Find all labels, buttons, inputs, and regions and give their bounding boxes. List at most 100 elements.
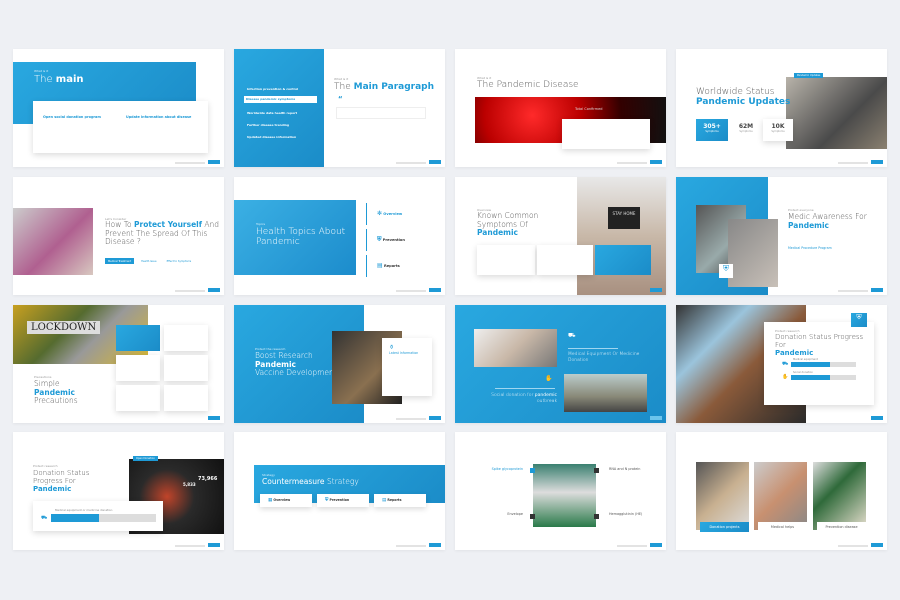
- ambulance-icon: ⛟: [782, 361, 789, 368]
- slide-subtitle: Medical Procedure Program: [788, 246, 832, 250]
- slide-title: How To Protect Yourself And Prevent The …: [105, 220, 220, 247]
- spike-label: Spike glycoprotein: [491, 467, 523, 471]
- slide-title: Medic Awareness For Pandemic: [788, 212, 867, 230]
- progress-fill: [791, 374, 831, 380]
- card-heading: Update information about disease: [126, 115, 192, 119]
- button-row: Medical Treatment Health Issue Effect to…: [105, 258, 194, 264]
- shield-icon: ⛨: [377, 236, 382, 243]
- slide-title: Worldwide Status: [696, 87, 775, 97]
- precaution-card: [164, 385, 208, 411]
- slide-8[interactable]: ⛨ Protect everyone Medic Awareness For P…: [676, 177, 887, 295]
- image-overlay-text: Total Confirmed: [575, 107, 603, 111]
- lockdown-sign: LOCKDOWN: [27, 321, 101, 334]
- slide-title: Donation Status Progress For Pandemic: [775, 333, 864, 358]
- slide-9[interactable]: LOCKDOWN Precautions Simple Pandemic Preca…: [13, 305, 224, 423]
- medical-photo: [754, 462, 807, 530]
- slide-7[interactable]: STAY HOME Overview Known Common Symptoms…: [455, 177, 666, 295]
- shield-icon: ⛨: [719, 264, 733, 278]
- envelope-label: Envelope: [507, 512, 523, 516]
- window-photo: [728, 219, 778, 287]
- text-card: [562, 119, 650, 149]
- slide-14[interactable]: Strategy Countermeasure Strategy ▦ Overv…: [234, 432, 445, 550]
- slide-12[interactable]: Protect research Donation Status Progres…: [676, 305, 887, 423]
- donation-card: Protect research Donation Status Progres…: [764, 322, 874, 405]
- strategy-overview[interactable]: ▦ Overview: [260, 494, 312, 507]
- stat-number: 5,833: [183, 482, 196, 487]
- slide-4[interactable]: Pandemic Updates Worldwide Status Pandem…: [676, 49, 887, 167]
- progress-bar: [791, 362, 857, 368]
- slide-3[interactable]: What is it The Pandemic Disease Total Co…: [455, 49, 666, 167]
- slide-2[interactable]: Infection prevention & control Disease p…: [234, 49, 445, 167]
- ambulance-icon: ⛟: [41, 514, 48, 521]
- hand-icon: ✋: [782, 374, 789, 381]
- slide-1[interactable]: What is it The main Open social donation…: [13, 49, 224, 167]
- effect-button[interactable]: Effect to Symptoms: [164, 258, 195, 264]
- slide-11[interactable]: ⛟ Medical Equipment Or Medicine Donation…: [455, 305, 666, 423]
- slide-title: The Main Paragraph: [334, 82, 435, 92]
- caption-medical: Medical helps: [758, 522, 807, 532]
- menu: Infection prevention & control Disease p…: [244, 87, 317, 147]
- progress-bar: [51, 514, 157, 522]
- slide-label: Topics: [256, 222, 266, 226]
- strategy-prevention[interactable]: ⛨ Prevention: [317, 494, 369, 507]
- masked-family-photo: [13, 208, 93, 275]
- precaution-card: [116, 355, 160, 381]
- stat-card: 305+ Symptoms: [696, 119, 728, 141]
- menu-item[interactable]: Worldwide data health report: [247, 111, 317, 123]
- card-heading: Open social donation program: [43, 115, 101, 119]
- slide-title: Health Topics About Pandemic: [256, 227, 346, 248]
- stat-card: 10K Symptoms: [763, 119, 793, 141]
- quote-box: [336, 107, 426, 119]
- road-photo: [577, 177, 666, 295]
- progress-bar: [791, 374, 857, 380]
- info-card: Open social donation program Update info…: [33, 101, 208, 153]
- slide-title: The Pandemic Disease: [477, 80, 579, 90]
- strategy-reports[interactable]: ▤ Reports: [374, 494, 426, 507]
- topic-reports[interactable]: ▤ Reports: [366, 255, 432, 277]
- donation-card: Medical equipment or medicine donation ⛟: [33, 501, 163, 531]
- quote-icon: “: [338, 95, 343, 103]
- slide-title: Donation Status Progress For Pandemic: [33, 469, 90, 494]
- menu-item-active[interactable]: Disease pandemic symptoms: [244, 96, 317, 103]
- slide-5[interactable]: Let's Consider How To Protect Yourself A…: [13, 177, 224, 295]
- slide-title: The main: [34, 74, 84, 85]
- stat-card: 62M Symptoms: [731, 119, 761, 141]
- bottle-icon: ⚱: [389, 344, 395, 351]
- photo-badge: Open Donation: [133, 456, 158, 461]
- symptom-card: [477, 245, 535, 275]
- slide-label: What is it: [334, 77, 349, 81]
- caption-prevention: Prevention disease: [817, 522, 866, 532]
- menu-item[interactable]: Updated disease information: [247, 135, 317, 147]
- stay-home-sign: STAY HOME: [608, 207, 640, 229]
- progress-fill: [51, 514, 99, 522]
- slide-16[interactable]: Donation projects Medical helps Preventi…: [676, 432, 887, 550]
- photo-badge: Pandemic Updates: [794, 73, 824, 78]
- menu-item[interactable]: Further disease trending: [247, 123, 317, 135]
- doctor-photo: [474, 329, 557, 367]
- slide-label: Protect research: [33, 464, 58, 468]
- hemagglutinin-label: Hemagglutinin (HE): [609, 512, 643, 516]
- precaution-card-active: [116, 325, 160, 351]
- report-icon: ▤: [377, 262, 383, 269]
- symptom-card: [537, 245, 593, 275]
- topic-list: ✻ Overview ⛨ Prevention ▤ Reports: [366, 203, 432, 277]
- slide-label: What is it: [34, 69, 49, 73]
- symptom-card-active: [595, 245, 651, 275]
- prevention-photo: [813, 462, 866, 530]
- topic-prevention[interactable]: ⛨ Prevention: [366, 229, 432, 251]
- rna-label: RNA and N protein: [609, 467, 641, 471]
- slide-13[interactable]: 5,833 73,966 Open Donation Protect resea…: [13, 432, 224, 550]
- info-card: ⚱ Latest Information: [382, 338, 432, 396]
- slide-15[interactable]: Spike glycoprotein Envelope RNA and N pr…: [455, 432, 666, 550]
- slide-6[interactable]: Topics Health Topics About Pandemic ✻ Ov…: [234, 177, 445, 295]
- health-issue-button[interactable]: Health Issue: [138, 258, 159, 264]
- precaution-card: [116, 385, 160, 411]
- medical-treatment-button[interactable]: Medical Treatment: [105, 258, 135, 264]
- topic-overview[interactable]: ✻ Overview: [366, 203, 432, 225]
- slide-10[interactable]: Protect the research Boost Research Pande…: [234, 305, 445, 423]
- ambulance-icon: ⛟: [568, 332, 576, 339]
- caption-donation: Donation projects: [700, 522, 749, 532]
- slide-title: Countermeasure Strategy: [262, 477, 359, 486]
- precaution-card: [164, 325, 208, 351]
- street-photo: [786, 77, 887, 149]
